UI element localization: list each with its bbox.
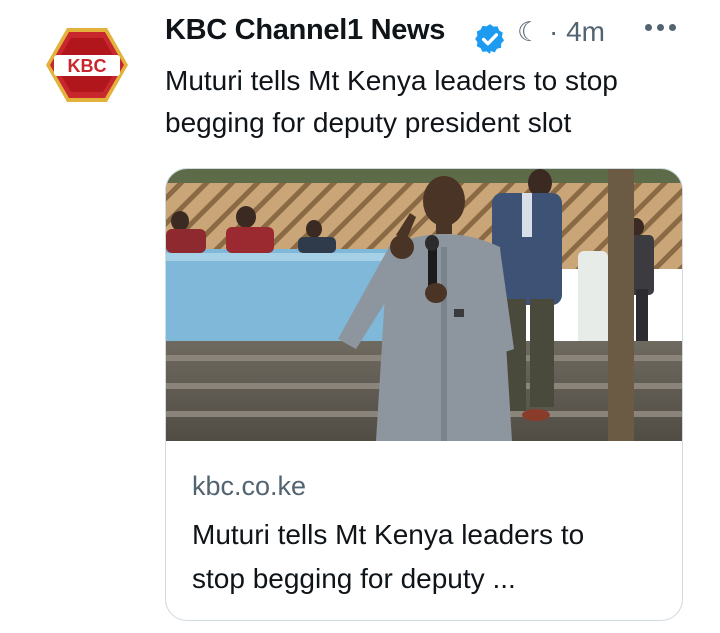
speaker-photo-image — [166, 169, 682, 441]
author-avatar[interactable]: KBC — [40, 18, 134, 112]
card-domain[interactable]: kbc.co.ke — [192, 471, 306, 502]
tweet-header: KBC Channel1 News ☾ · 4m — [165, 12, 695, 54]
card-title[interactable]: Muturi tells Mt Kenya leaders to stop be… — [192, 513, 662, 601]
link-preview-card[interactable]: kbc.co.ke Muturi tells Mt Kenya leaders … — [165, 168, 683, 621]
card-title-line: stop begging for deputy ... — [192, 563, 516, 594]
tweet-text-line: Muturi tells Mt Kenya leaders to stop — [165, 65, 618, 96]
tweet-time[interactable]: 4m — [566, 16, 605, 47]
meta-separator: · — [549, 16, 559, 47]
status-mark: ☾ — [517, 17, 542, 47]
more-options-icon[interactable] — [645, 24, 676, 31]
tweet-meta: ☾ · 4m — [517, 16, 605, 48]
tweet-text: Muturi tells Mt Kenya leaders to stop be… — [165, 60, 705, 144]
avatar-logo-text: KBC — [68, 56, 107, 76]
kbc-logo-icon: KBC — [46, 28, 128, 102]
author-name[interactable]: KBC Channel1 News — [165, 14, 445, 47]
card-title-line: Muturi tells Mt Kenya leaders to — [192, 519, 585, 550]
verified-badge-icon — [475, 24, 505, 54]
tweet-text-line: begging for deputy president slot — [165, 107, 572, 138]
card-image[interactable] — [166, 169, 682, 441]
